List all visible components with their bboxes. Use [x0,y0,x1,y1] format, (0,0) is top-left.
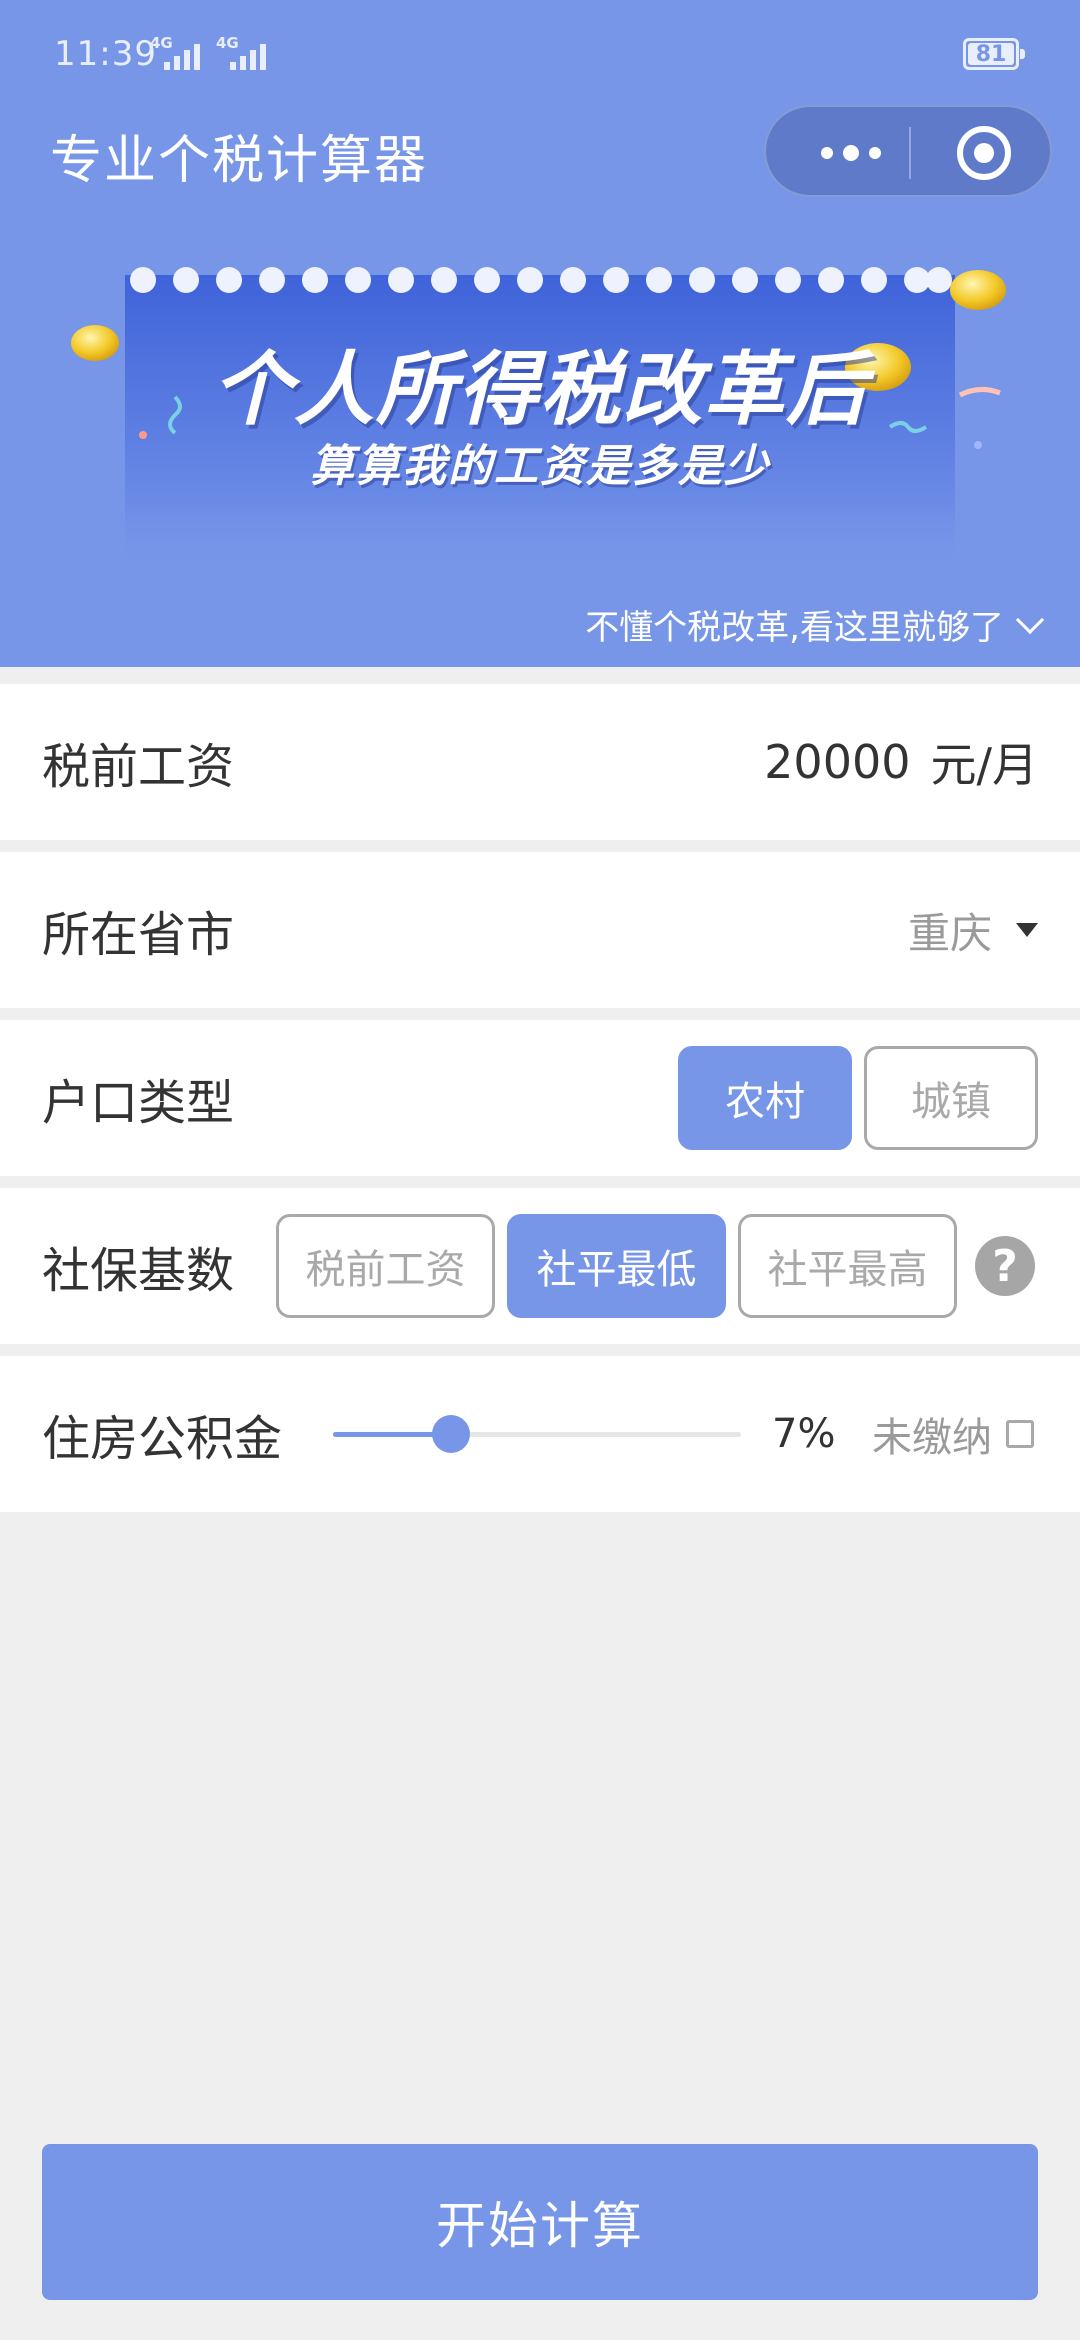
status-time: 11:39 [54,34,157,74]
signal-icon: 4G [216,34,266,70]
chevron-down-icon [1015,605,1045,634]
help-icon[interactable]: ? [975,1236,1035,1296]
page-title: 专业个税计算器 [50,131,429,191]
hukou-option-urban[interactable]: 城镇 [864,1046,1038,1150]
banner[interactable]: 个人所得税改革后 算算我的工资是多是少 [0,245,1080,575]
banner-subheadline: 算算我的工资是多是少 [310,441,770,492]
salary-label: 税前工资 [42,739,235,795]
hukou-label: 户口类型 [42,1075,235,1131]
city-row: 所在省市 重庆 [0,852,1080,1008]
tax-reform-link[interactable]: 不懂个税改革,看这里就够了 [585,600,1045,649]
salary-unit: 元/月 [930,738,1039,792]
salary-input[interactable]: 20000 [764,735,910,789]
battery-level: 81 [975,41,1007,67]
fund-row: 住房公积金 7% 未缴纳 [0,1356,1080,1512]
fund-unpaid-label: 未缴纳 [872,1415,992,1461]
social-option-max[interactable]: 社平最高 [738,1214,957,1318]
social-option-min[interactable]: 社平最低 [507,1214,726,1318]
start-calculation-button[interactable]: 开始计算 [42,2144,1038,2300]
fund-unpaid-checkbox[interactable] [1006,1420,1034,1448]
social-label: 社保基数 [42,1243,235,1299]
fund-slider-handle[interactable] [432,1415,471,1453]
header: 11:39 4G 4G 81 专业个税计算器 个人所得税改革后 算算我的工资是多… [0,0,1080,667]
social-option-pretax[interactable]: 税前工资 [276,1214,495,1318]
fund-slider[interactable] [333,1415,741,1453]
dropdown-arrow-icon [1016,923,1038,937]
signal-icon: 4G [150,34,200,70]
mini-program-capsule [764,105,1052,197]
close-target-icon[interactable] [957,126,1011,180]
battery-icon: 81 [963,38,1025,70]
salary-row: 税前工资 20000 元/月 [0,684,1080,840]
tax-reform-link-label: 不懂个税改革,看这里就够了 [585,608,1004,648]
salary-field[interactable]: 20000 元/月 [764,684,1038,840]
social-row: 社保基数 税前工资 社平最低 社平最高 ? [0,1188,1080,1344]
hukou-row: 户口类型 农村 城镇 [0,1020,1080,1176]
status-bar: 11:39 4G 4G 81 [0,0,1080,110]
banner-headline: 个人所得税改革后 [212,343,868,436]
more-icon[interactable] [806,107,896,199]
signal-group: 4G 4G [150,34,266,70]
fund-percent: 7% [772,1411,836,1457]
city-select[interactable]: 重庆 [908,852,1038,1008]
city-label: 所在省市 [42,907,235,963]
fund-unpaid-toggle[interactable]: 未缴纳 [872,1356,1034,1512]
city-value: 重庆 [907,908,992,958]
fund-label: 住房公积金 [42,1411,283,1467]
hukou-option-rural[interactable]: 农村 [678,1046,852,1150]
